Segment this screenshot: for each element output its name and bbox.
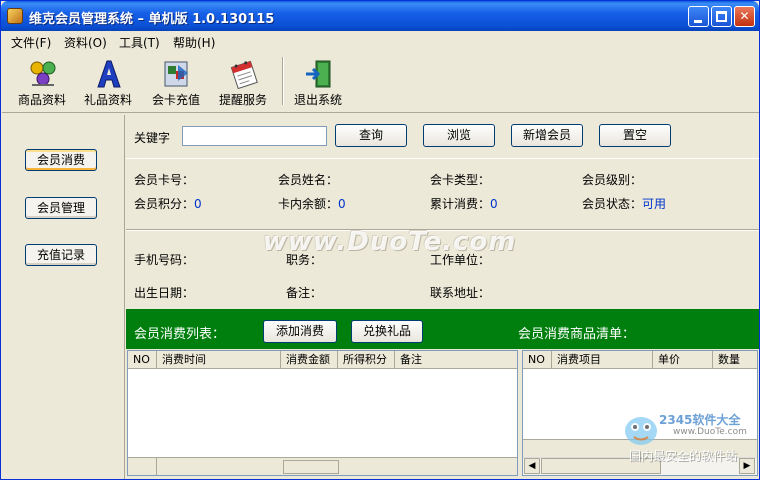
balance-field: 卡内余额：0	[278, 195, 346, 212]
card-recharge-button[interactable]: 会卡充值	[144, 55, 208, 109]
member-level-label: 会员级别：	[582, 173, 643, 187]
address-field: 联系地址：	[430, 284, 490, 301]
redeem-gift-button[interactable]: 兑换礼品	[351, 320, 423, 343]
reminder-label: 提醒服务	[218, 93, 267, 107]
menu-bar: 文件(F) 资料(O) 工具(T) 帮助(H)	[2, 31, 759, 51]
column-header[interactable]: 所得积分	[338, 351, 395, 369]
toolbar: 商品资料 礼品资料 会卡充值 提醒服务 退出系统	[2, 51, 759, 113]
member-level-field: 会员级别：	[582, 171, 642, 188]
note-label: 备注：	[286, 286, 323, 300]
brand-line1: 2345软件大全	[659, 413, 741, 427]
consumption-grid-header: NO 消费时间 消费金额 所得积分 备注	[128, 351, 517, 369]
menu-help[interactable]: 帮助(H)	[173, 34, 215, 51]
nav-member-management[interactable]: 会员管理	[25, 197, 97, 219]
column-header[interactable]: 数量	[713, 351, 757, 369]
phone-field: 手机号码：	[134, 251, 194, 268]
balance-label: 卡内余额：	[278, 197, 339, 211]
birthdate-field: 出生日期：	[134, 284, 194, 301]
products-button[interactable]: 商品资料	[10, 55, 74, 109]
title-bar[interactable]: 维克会员管理系统 – 单机版 1.0.130115 ✕	[1, 1, 759, 31]
menu-tools[interactable]: 工具(T)	[119, 34, 160, 51]
column-header[interactable]: 单价	[653, 351, 713, 369]
note-field: 备注：	[286, 284, 322, 301]
card-no-field: 会员卡号：	[134, 171, 194, 188]
browse-button[interactable]: 浏览	[423, 124, 495, 147]
close-button[interactable]: ✕	[734, 6, 755, 27]
phone-label: 手机号码：	[134, 253, 195, 267]
products-icon	[30, 61, 56, 86]
query-button[interactable]: 查询	[335, 124, 407, 147]
minimize-button[interactable]	[688, 6, 709, 27]
points-label: 会员积分：	[134, 197, 195, 211]
column-header[interactable]: 消费金额	[281, 351, 338, 369]
scroll-left-icon[interactable]: ◀	[524, 458, 540, 474]
exit-button[interactable]: 退出系统	[286, 55, 350, 109]
search-row: 关键字 查询 浏览 新增会员 置空	[126, 115, 759, 159]
card-recharge-label: 会卡充值	[151, 93, 200, 107]
menu-file[interactable]: 文件(F)	[11, 34, 51, 51]
nav-member-consumption[interactable]: 会员消费	[25, 149, 97, 171]
card-type-field: 会卡类型：	[430, 171, 490, 188]
consumption-list-title: 会员消费列表：	[134, 327, 226, 342]
minimize-icon	[694, 20, 702, 23]
app-window: 维克会员管理系统 – 单机版 1.0.130115 ✕ 文件(F) 资料(O) …	[0, 0, 760, 480]
balance-value: 0	[338, 197, 346, 211]
gifts-label: 礼品资料	[83, 93, 132, 107]
nav-recharge-records[interactable]: 充值记录	[25, 244, 97, 266]
app-icon	[7, 8, 23, 24]
maximize-icon	[716, 11, 727, 22]
column-header[interactable]: NO	[523, 351, 552, 369]
gifts-button[interactable]: 礼品资料	[76, 55, 140, 109]
member-status-field: 会员状态：可用	[582, 195, 666, 212]
reminder-icon	[230, 60, 258, 89]
total-consumption-field: 累计消费：0	[430, 195, 498, 212]
footer-cell	[283, 460, 339, 474]
points-field: 会员积分：0	[134, 195, 202, 212]
brand-line3: 国内最安全的软件站	[629, 449, 738, 463]
consumption-header-bar: 会员消费列表： 添加消费 兑换礼品 会员消费商品清单：	[126, 309, 759, 349]
card-type-label: 会卡类型：	[430, 173, 491, 187]
reminder-button[interactable]: 提醒服务	[211, 55, 275, 109]
consumption-grid[interactable]: NO 消费时间 消费金额 所得积分 备注	[127, 350, 518, 476]
points-value: 0	[194, 197, 202, 211]
member-status-value: 可用	[642, 197, 667, 211]
add-member-button[interactable]: 新增会员	[511, 124, 583, 147]
window-title: 维克会员管理系统 – 单机版 1.0.130115	[29, 12, 275, 27]
member-status-label: 会员状态：	[582, 197, 643, 211]
exit-icon	[306, 60, 331, 88]
card-no-label: 会员卡号：	[134, 173, 195, 187]
brand-watermark: 2345软件大全 www.DuoTe.com 国内最安全的软件站	[621, 405, 757, 465]
column-header[interactable]: 消费时间	[157, 351, 281, 369]
keyword-label: 关键字	[134, 131, 171, 145]
add-consumption-button[interactable]: 添加消费	[263, 320, 337, 343]
toolbar-separator	[282, 57, 284, 105]
gift-icon	[97, 60, 121, 88]
mascot-icon	[625, 417, 657, 445]
keyword-input[interactable]	[182, 126, 327, 146]
left-nav: 会员消费 会员管理 充值记录	[2, 115, 125, 479]
member-name-label: 会员姓名：	[278, 173, 339, 187]
consumption-grid-footer	[128, 457, 517, 475]
menu-data[interactable]: 资料(O)	[64, 34, 107, 51]
maximize-button[interactable]	[711, 6, 732, 27]
card-recharge-icon	[164, 61, 188, 87]
total-consumption-value: 0	[490, 197, 498, 211]
items-grid-header: NO 消费项目 单价 数量	[523, 351, 757, 369]
column-header[interactable]: NO	[128, 351, 157, 369]
column-header[interactable]: 备注	[395, 351, 517, 369]
site-watermark: www.DuoTe.com	[263, 227, 517, 257]
items-list-title: 会员消费商品清单：	[518, 327, 636, 342]
footer-divider	[156, 458, 157, 475]
clear-button[interactable]: 置空	[599, 124, 671, 147]
total-consumption-label: 累计消费：	[430, 197, 491, 211]
column-header[interactable]: 消费项目	[552, 351, 653, 369]
brand-line2: www.DuoTe.com	[673, 427, 747, 437]
address-label: 联系地址：	[430, 286, 491, 300]
products-label: 商品资料	[17, 93, 66, 107]
exit-label: 退出系统	[293, 93, 342, 107]
member-name-field: 会员姓名：	[278, 171, 338, 188]
birthdate-label: 出生日期：	[134, 286, 195, 300]
